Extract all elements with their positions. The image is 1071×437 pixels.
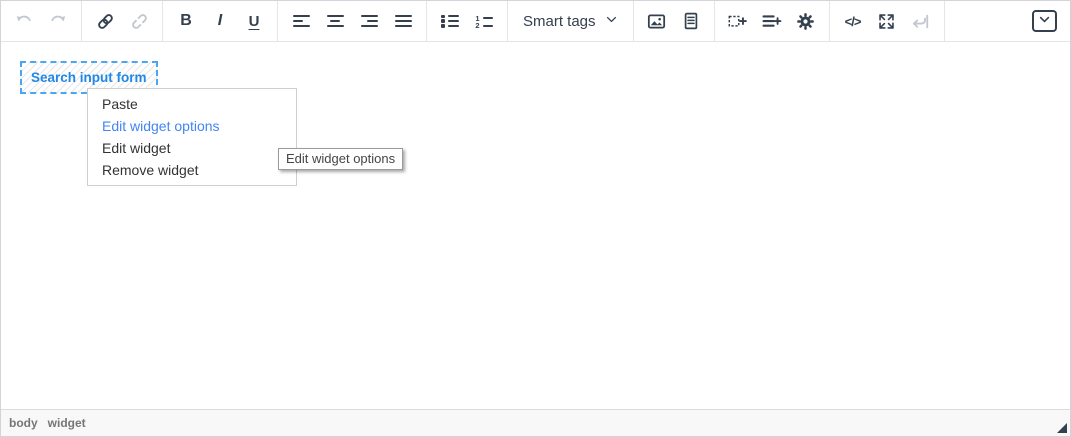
chevron-down-icon (605, 13, 618, 30)
gear-icon (796, 12, 815, 31)
bold-icon: B (180, 12, 192, 29)
align-right-icon (360, 14, 378, 28)
toolbar-group-alignment (278, 1, 427, 41)
align-justify-button[interactable] (387, 5, 419, 37)
breadcrumb-body[interactable]: body (9, 416, 38, 430)
return-arrow-icon (910, 11, 931, 32)
collapse-chevron-icon (1038, 13, 1051, 29)
unlink-icon (129, 11, 150, 32)
menu-item-remove-widget[interactable]: Remove widget (88, 159, 296, 181)
menu-item-edit-widget[interactable]: Edit widget (88, 137, 296, 159)
source-code-button[interactable]: </> (837, 5, 869, 37)
smart-tags-label: Smart tags (523, 12, 596, 30)
dashed-box-plus-icon (727, 11, 748, 32)
unlink-button[interactable] (123, 5, 155, 37)
menu-item-paste[interactable]: Paste (88, 93, 296, 115)
link-icon (95, 11, 116, 32)
underline-icon: U (248, 12, 260, 30)
italic-button[interactable]: I (204, 5, 236, 37)
insert-form-button[interactable] (756, 5, 788, 37)
menu-item-edit-widget-options[interactable]: Edit widget options (88, 115, 296, 137)
widget-settings-button[interactable] (790, 5, 822, 37)
undo-icon (14, 11, 34, 31)
widget-label: Search input form (31, 70, 147, 85)
toolbar-group-basic-styles: B I U (163, 1, 278, 41)
smart-tags-dropdown[interactable]: Smart tags (515, 5, 626, 37)
numbered-list-button[interactable]: 1 2 (468, 5, 500, 37)
italic-icon: I (217, 12, 223, 29)
undo-button[interactable] (8, 5, 40, 37)
bulleted-list-button[interactable] (434, 5, 466, 37)
bold-button[interactable]: B (170, 5, 202, 37)
status-bar: body widget (1, 409, 1070, 436)
toolbar-collapse-button[interactable] (1032, 10, 1057, 32)
align-right-button[interactable] (353, 5, 385, 37)
source-code-icon: </> (844, 13, 862, 29)
insert-image-button[interactable] (641, 5, 673, 37)
breadcrumb-widget[interactable]: widget (48, 416, 86, 430)
toolbar-group-link (82, 1, 163, 41)
resize-handle[interactable] (1057, 423, 1067, 433)
context-menu: Paste Edit widget options Edit widget Re… (87, 88, 297, 186)
insert-widget-button[interactable] (722, 5, 754, 37)
toolbar-group-insert-media (634, 1, 715, 41)
align-center-button[interactable] (319, 5, 351, 37)
maximize-icon (877, 12, 896, 31)
image-icon (646, 11, 667, 32)
align-left-button[interactable] (285, 5, 317, 37)
maximize-button[interactable] (871, 5, 903, 37)
editor-content-area[interactable]: Search input form Paste Edit widget opti… (1, 42, 1070, 409)
editor-toolbar: B I U 1 2 Smart tags </> (1, 1, 1070, 42)
underline-button[interactable]: U (238, 5, 270, 37)
numbered-list-icon: 1 2 (475, 14, 493, 29)
break-container-button[interactable] (905, 5, 937, 37)
insert-template-button[interactable] (675, 5, 707, 37)
bulleted-list-icon (441, 14, 459, 28)
toolbar-group-tools: </> (830, 1, 945, 41)
link-button[interactable] (89, 5, 121, 37)
toolbar-group-smart-tags: Smart tags (508, 1, 634, 41)
lines-plus-icon (761, 11, 782, 32)
toolbar-group-history (1, 1, 82, 41)
tooltip: Edit widget options (278, 148, 404, 170)
align-left-icon (292, 14, 310, 28)
toolbar-group-lists: 1 2 (427, 1, 508, 41)
toolbar-group-widgets (715, 1, 830, 41)
redo-button[interactable] (42, 5, 74, 37)
rich-text-editor: B I U 1 2 Smart tags </> Search input fo… (0, 0, 1071, 437)
align-center-icon (326, 14, 344, 28)
template-icon (681, 11, 701, 31)
align-justify-icon (394, 14, 412, 28)
redo-icon (48, 11, 68, 31)
